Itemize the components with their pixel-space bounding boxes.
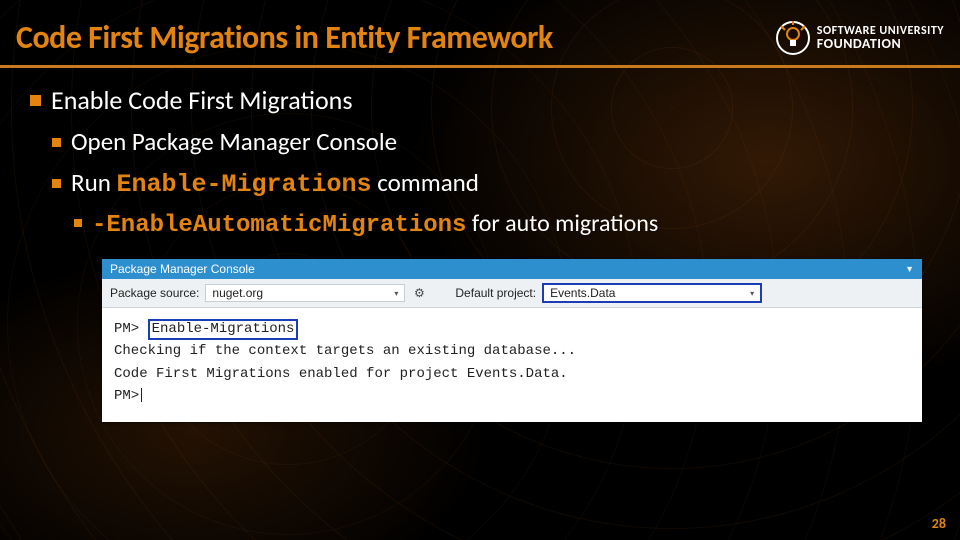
default-project-dropdown[interactable]: Events.Data ▾ [542,283,762,303]
bullet-level2: Open Package Manager Console [52,126,928,157]
console-body[interactable]: PM> Enable-Migrations Checking if the co… [102,308,922,422]
package-source-dropdown[interactable]: nuget.org ▾ [205,284,405,302]
logo-line2: FOUNDATION [817,37,944,51]
logo: SOFTWARE UNIVERSITY FOUNDATION [775,20,944,56]
bullet-level1: Enable Code First Migrations [30,84,928,116]
gear-icon[interactable]: ⚙ [411,286,427,300]
console-title-text: Package Manager Console [110,262,255,276]
page-number: 28 [932,515,946,532]
lightbulb-gear-icon [775,20,811,56]
bullet-icon [30,95,41,106]
default-project-value: Events.Data [550,286,615,300]
code-text: Enable-Migrations [117,170,372,199]
console-toolbar: Package source: nuget.org ▾ ⚙ Default pr… [102,279,922,308]
chevron-down-icon: ▾ [750,289,754,298]
console-output-line: Checking if the context targets an exist… [114,340,910,362]
slide-header: Code First Migrations in Entity Framewor… [0,0,960,68]
console-titlebar: Package Manager Console ▼ [102,259,922,279]
console-command-highlighted: Enable-Migrations [148,319,299,340]
bullet-text-post: for auto migrations [466,209,658,238]
chevron-down-icon: ▾ [394,289,398,298]
bullet-icon [52,179,61,188]
bullet-text-post: command [372,167,479,198]
text-cursor-icon [141,388,142,402]
bullet-text-pre: Run [71,167,117,198]
bullet-text: Open Package Manager Console [71,126,397,157]
package-manager-console-screenshot: Package Manager Console ▼ Package source… [102,259,922,422]
console-prompt: PM> [114,321,139,337]
package-source-value: nuget.org [212,286,263,300]
bullet-icon [52,138,61,147]
default-project-label: Default project: [455,286,536,300]
console-output-line: Code First Migrations enabled for projec… [114,363,910,385]
bullet-icon [74,219,82,227]
console-line: PM> Enable-Migrations [114,318,910,340]
console-line: PM> [114,385,910,407]
bullet-text: Enable Code First Migrations [51,84,353,116]
bullet-level3: -EnableAutomaticMigrations for auto migr… [74,209,928,239]
logo-text: SOFTWARE UNIVERSITY FOUNDATION [817,25,944,51]
slide-content: Enable Code First Migrations Open Packag… [0,68,960,422]
slide-title: Code First Migrations in Entity Framewor… [16,18,553,57]
package-source-label: Package source: [110,286,199,300]
bullet-level2: Run Enable-Migrations command [52,167,928,199]
console-prompt: PM> [114,388,139,404]
chevron-down-icon: ▼ [905,264,914,274]
code-text: -EnableAutomaticMigrations [92,212,466,239]
